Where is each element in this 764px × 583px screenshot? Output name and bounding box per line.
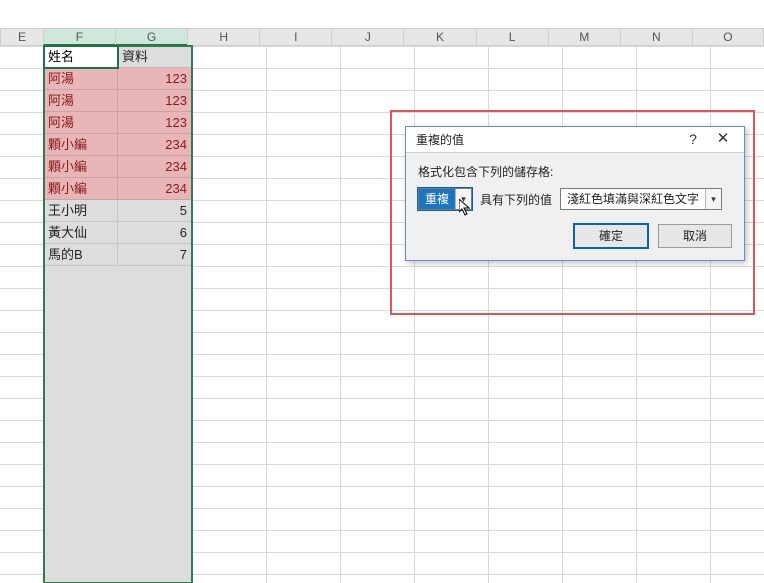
header-data[interactable]: 資料 [118, 46, 192, 68]
table-row: 王小明 5 [44, 200, 192, 222]
cell-name[interactable]: 阿湯 [44, 112, 118, 134]
col-header-K[interactable]: K [403, 28, 475, 46]
cell-val[interactable]: 123 [118, 112, 192, 134]
dialog-body-label: 格式化包含下列的儲存格: [418, 163, 732, 180]
cell-val[interactable]: 123 [118, 68, 192, 90]
chevron-down-icon[interactable]: ▾ [455, 189, 471, 209]
cell-name[interactable]: 王小明 [44, 200, 118, 222]
table-row: 顆小編 234 [44, 156, 192, 178]
dialog-titlebar[interactable]: 重複的值 ? ✕ [406, 127, 744, 153]
close-button[interactable]: ✕ [708, 130, 738, 150]
cell-val[interactable]: 6 [118, 222, 192, 244]
cell-name[interactable]: 顆小編 [44, 178, 118, 200]
chevron-down-icon[interactable]: ▾ [705, 189, 721, 209]
cell-val[interactable]: 234 [118, 156, 192, 178]
mouse-cursor-icon [459, 199, 473, 217]
cancel-button[interactable]: 取消 [658, 224, 732, 248]
table-row: 黃大仙 6 [44, 222, 192, 244]
col-header-H[interactable]: H [187, 28, 259, 46]
cell-name[interactable]: 馬的B [44, 244, 118, 266]
col-header-O[interactable]: O [692, 28, 764, 46]
cell-name[interactable]: 阿湯 [44, 68, 118, 90]
col-header-G[interactable]: G [115, 28, 187, 46]
col-header-L[interactable]: L [476, 28, 548, 46]
table-row: 阿湯 123 [44, 90, 192, 112]
col-header-F[interactable]: F [43, 28, 115, 46]
cell-val[interactable]: 7 [118, 244, 192, 266]
format-style-value: 淺紅色填滿與深紅色文字 [561, 189, 705, 209]
dialog-title: 重複的值 [416, 131, 678, 148]
rule-type-combo[interactable]: 重複 ▾ [418, 188, 472, 210]
cell-name[interactable]: 顆小編 [44, 156, 118, 178]
col-header-I[interactable]: I [259, 28, 331, 46]
col-header-E[interactable]: E [0, 28, 43, 46]
col-header-N[interactable]: N [620, 28, 692, 46]
ok-button[interactable]: 確定 [574, 224, 648, 248]
cell-val[interactable]: 234 [118, 134, 192, 156]
data-cells: 姓名 資料 阿湯 123 阿湯 123 阿湯 123 顆小編 234 顆小編 2… [44, 46, 192, 266]
cell-val[interactable]: 234 [118, 178, 192, 200]
table-row: 阿湯 123 [44, 68, 192, 90]
table-row: 顆小編 234 [44, 178, 192, 200]
cell-val[interactable]: 123 [118, 90, 192, 112]
cell-name[interactable]: 黃大仙 [44, 222, 118, 244]
rule-type-value: 重複 [419, 189, 455, 209]
duplicate-values-dialog: 重複的值 ? ✕ 格式化包含下列的儲存格: 重複 ▾ 具有下列的值 淺紅色填滿與… [405, 126, 745, 261]
mid-label: 具有下列的值 [480, 191, 552, 208]
col-header-J[interactable]: J [331, 28, 403, 46]
active-cell[interactable]: 姓名 [44, 46, 118, 68]
cell-val[interactable]: 5 [118, 200, 192, 222]
table-row: 顆小編 234 [44, 134, 192, 156]
help-button[interactable]: ? [678, 130, 708, 150]
col-header-M[interactable]: M [548, 28, 620, 46]
cell-name[interactable]: 阿湯 [44, 90, 118, 112]
column-header-row: E F G H I J K L M N O [0, 28, 764, 46]
table-row: 馬的B 7 [44, 244, 192, 266]
table-row: 阿湯 123 [44, 112, 192, 134]
cell-name[interactable]: 顆小編 [44, 134, 118, 156]
format-style-combo[interactable]: 淺紅色填滿與深紅色文字 ▾ [560, 188, 722, 210]
